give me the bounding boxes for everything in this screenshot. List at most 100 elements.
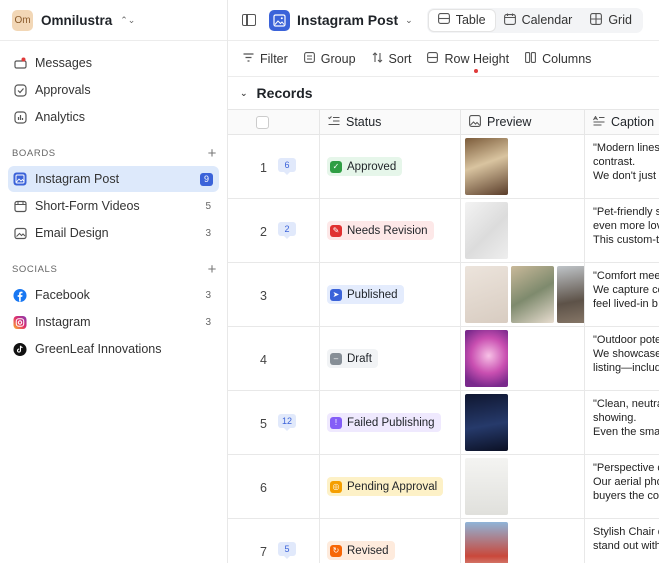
workspace-avatar: Om <box>12 9 33 31</box>
caption-text: "Clean, neutra showing. Even the smal <box>593 397 659 439</box>
table-row[interactable]: 3 ➤ Published "Comfort mee We capture co feel… <box>228 263 659 327</box>
social-label: Instagram <box>35 315 91 329</box>
table-row[interactable]: 1 6 ✓ Approved "Modern lines contrast. We don'… <box>228 135 659 199</box>
row-number-cell: 75 <box>228 519 320 563</box>
add-social-icon[interactable]: + <box>208 261 217 278</box>
filter-button[interactable]: Filter <box>243 52 288 66</box>
caption-cell[interactable]: "Modern lines contrast. We don't just <box>585 135 659 199</box>
caption-line: stand out with <box>593 540 659 552</box>
preview-thumbnail[interactable] <box>511 266 554 323</box>
facebook-icon <box>13 288 27 302</box>
preview-thumbnail[interactable] <box>465 330 508 387</box>
view-tab-calendar[interactable]: Calendar <box>495 10 582 31</box>
preview-cell[interactable] <box>461 199 585 263</box>
sort-button[interactable]: Sort <box>372 52 411 66</box>
workspace-switcher[interactable]: Om Omnilustra ⌃⌄ <box>0 0 227 41</box>
nav-item-approvals[interactable]: Approvals <box>8 77 219 103</box>
nav-item-messages[interactable]: Messages <box>8 50 219 76</box>
status-badge: ◎ Pending Approval <box>327 477 444 496</box>
status-cell[interactable]: ➤ Published <box>320 263 461 327</box>
status-cell[interactable]: ◎ Pending Approval <box>320 455 461 519</box>
caption-line: "Perspective c <box>593 462 659 474</box>
header-select-all <box>228 109 320 135</box>
chevron-updown-icon: ⌃⌄ <box>120 14 136 25</box>
row-number: 4 <box>260 353 267 367</box>
comment-count-badge[interactable]: 2 <box>278 222 296 239</box>
board-item-short-form-videos[interactable]: Short-Form Videos 5 <box>8 193 219 219</box>
preview-thumbnail[interactable] <box>465 458 508 515</box>
caption-cell[interactable]: "Perspective c Our aerial pho buyers the c… <box>585 455 659 519</box>
analytics-icon <box>13 110 27 124</box>
preview-thumbnail[interactable] <box>465 138 508 195</box>
table-row[interactable]: 7 5 ↻ Revised Stylish Chair c stand out with <box>228 519 659 563</box>
caption-line: buyers the co <box>593 490 659 502</box>
board-item-email-design[interactable]: Email Design 3 <box>8 220 219 246</box>
preview-thumbnail[interactable] <box>465 522 508 563</box>
caption-line: "Outdoor pote <box>593 334 659 346</box>
row-height-button[interactable]: Row Height <box>427 52 509 73</box>
topbar: Instagram Post ⌄ Table Calendar Grid <box>228 0 659 41</box>
board-item-instagram-post[interactable]: Instagram Post 9 <box>8 166 219 192</box>
comment-count-badge[interactable]: 5 <box>278 542 296 559</box>
comment-count-badge[interactable]: 6 <box>278 158 296 175</box>
table-row[interactable]: 5 12 ! Failed Publishing "Clean, neutra showi… <box>228 391 659 455</box>
caption-line: contrast. <box>593 156 636 168</box>
table-icon <box>437 13 450 27</box>
preview-thumbnail[interactable] <box>465 202 508 259</box>
table-row[interactable]: 6 ◎ Pending Approval "Perspective c Our aeri… <box>228 455 659 519</box>
status-cell[interactable]: ✓ Approved <box>320 135 461 199</box>
status-cell[interactable]: ! Failed Publishing <box>320 391 461 455</box>
preview-cell[interactable] <box>461 455 585 519</box>
social-count: 3 <box>205 289 211 301</box>
main-nav: Messages Approvals Analytics <box>0 41 227 130</box>
status-cell[interactable]: – Draft <box>320 327 461 391</box>
records-group-header[interactable]: ⌄ Records <box>228 77 659 109</box>
nav-item-analytics[interactable]: Analytics <box>8 104 219 130</box>
status-cell[interactable]: ✎ Needs Revision <box>320 199 461 263</box>
caption-cell[interactable]: Stylish Chair c stand out with <box>585 519 659 563</box>
preview-thumbnail[interactable] <box>465 266 508 323</box>
group-label: Group <box>320 51 356 66</box>
preview-cell[interactable] <box>461 135 585 199</box>
view-tab-table[interactable]: Table <box>428 9 495 31</box>
status-badge: ↻ Revised <box>327 541 395 560</box>
column-header-status[interactable]: Status <box>320 109 461 135</box>
toggle-sidebar-icon[interactable] <box>242 14 256 26</box>
preview-cell[interactable] <box>461 327 585 391</box>
column-header-preview[interactable]: Preview <box>461 109 585 135</box>
check-circle-icon <box>13 83 27 97</box>
comment-count-badge[interactable]: 12 <box>278 414 296 431</box>
column-header-caption[interactable]: Caption <box>585 109 659 135</box>
add-board-icon[interactable]: + <box>208 145 217 162</box>
status-icon: – <box>330 352 342 365</box>
caption-cell[interactable]: "Outdoor pote We showcase listing—includ <box>585 327 659 391</box>
caption-cell[interactable]: "Clean, neutra showing. Even the smal <box>585 391 659 455</box>
select-all-checkbox[interactable] <box>256 115 269 129</box>
columns-label: Columns <box>542 51 592 66</box>
social-item-facebook[interactable]: Facebook 3 <box>8 282 219 308</box>
chevron-down-icon[interactable]: ⌄ <box>405 15 413 26</box>
preview-cell[interactable] <box>461 263 585 327</box>
social-count: 3 <box>205 316 211 328</box>
table-row[interactable]: 4 – Draft "Outdoor pote We showcase listing—i… <box>228 327 659 391</box>
row-number: 5 <box>260 417 267 431</box>
status-cell[interactable]: ↻ Revised <box>320 519 461 563</box>
preview-thumbnail[interactable] <box>557 266 584 323</box>
social-item-instagram[interactable]: Instagram 3 <box>8 309 219 335</box>
preview-cell[interactable] <box>461 519 585 563</box>
preview-cell[interactable] <box>461 391 585 455</box>
columns-button[interactable]: Columns <box>525 52 591 66</box>
preview-thumbnail[interactable] <box>465 394 508 451</box>
caption-cell[interactable]: "Pet-friendly s even more lov This custom-… <box>585 199 659 263</box>
table-row[interactable]: 2 2 ✎ Needs Revision "Pet-friendly s even mor… <box>228 199 659 263</box>
socials-section-header: SOCIALS + <box>12 258 219 280</box>
status-badge: – Draft <box>327 349 378 368</box>
social-item-greenleaf-innovations[interactable]: GreenLeaf Innovations <box>8 336 219 362</box>
caption-line: even more lov <box>593 220 659 232</box>
caption-cell[interactable]: "Comfort mee We capture co feel lived-in b <box>585 263 659 327</box>
status-badge: ! Failed Publishing <box>327 413 441 432</box>
caption-line: We don't just <box>593 170 657 182</box>
group-button[interactable]: Group <box>303 51 356 66</box>
tiktok-icon <box>13 342 27 356</box>
view-tab-grid[interactable]: Grid <box>581 10 641 31</box>
